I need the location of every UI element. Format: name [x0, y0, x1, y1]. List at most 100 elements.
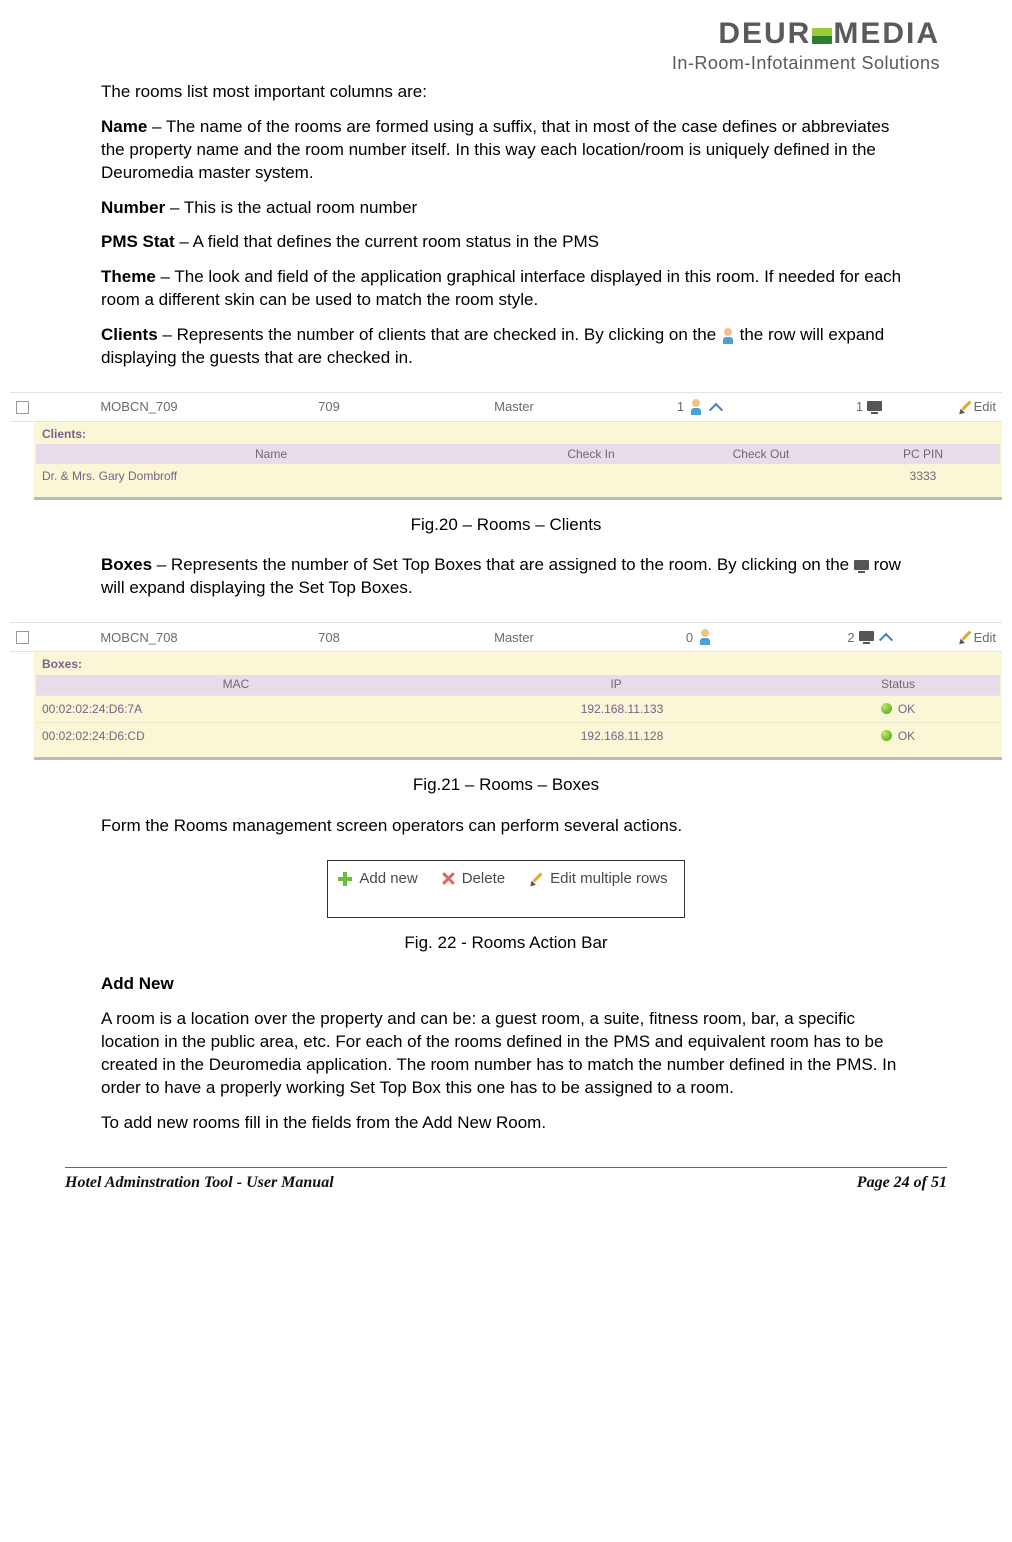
def-clients-label: Clients [101, 325, 158, 344]
collapse-arrow-icon [709, 403, 723, 417]
fig20-room-row[interactable]: MOBCN_709 709 Master 1 1 Edit [10, 392, 1002, 422]
clients-count: 1 [677, 398, 684, 416]
room-clients-cell[interactable]: 1 [614, 398, 784, 416]
clients-panel-label: Clients: [36, 424, 1000, 444]
box-ip: 192.168.11.128 [442, 728, 802, 744]
page-content: The rooms list most important columns ar… [0, 75, 1012, 386]
room-name-cell: MOBCN_708 [34, 629, 244, 647]
row-checkbox[interactable] [16, 401, 29, 414]
room-name-cell: MOBCN_709 [34, 398, 244, 416]
col-ip: IP [436, 676, 796, 692]
person-icon [721, 328, 735, 344]
def-number-text: – This is the actual room number [165, 198, 417, 217]
def-clients: Clients – Represents the number of clien… [101, 324, 911, 370]
footer-right: Page 24 of 51 [857, 1172, 947, 1194]
boxes-panel-label: Boxes: [36, 654, 1000, 674]
edit-multiple-button[interactable]: Edit multiple rows [550, 869, 668, 889]
room-boxes-cell[interactable]: 2 [784, 629, 954, 647]
brand-subtitle: In-Room-Infotainment Solutions [0, 51, 940, 75]
room-number-cell: 708 [244, 629, 414, 647]
fig21-screenshot: MOBCN_708 708 Master 0 2 Edit Boxes: MAC… [0, 622, 1012, 760]
fig22-wrapper: Add new Delete Edit multiple rows [0, 860, 1012, 918]
def-theme-label: Theme [101, 267, 156, 286]
def-theme-text: – The look and field of the application … [101, 267, 901, 309]
client-data-row: Dr. & Mrs. Gary Dombroff 3333 [36, 464, 1000, 488]
col-checkin: Check In [506, 446, 676, 462]
room-boxes-cell[interactable]: 1 [784, 398, 954, 416]
status-dot-icon [881, 703, 892, 714]
fig22-caption: Fig. 22 - Rooms Action Bar [0, 932, 1012, 955]
def-pms: PMS Stat – A field that defines the curr… [101, 231, 911, 254]
box-data-row: 00:02:02:24:D6:CD 192.168.11.128 OK [36, 722, 1000, 749]
delete-button[interactable]: Delete [462, 869, 505, 889]
brand-logo-icon [812, 28, 832, 44]
person-icon [698, 629, 712, 645]
fig20-screenshot: MOBCN_709 709 Master 1 1 Edit Clients: N… [0, 392, 1012, 499]
def-pms-text: – A field that defines the current room … [175, 232, 599, 251]
box-status: OK [898, 728, 915, 744]
box-mac: 00:02:02:24:D6:7A [42, 701, 442, 717]
fig21-boxes-panel: Boxes: MAC IP Status 00:02:02:24:D6:7A 1… [34, 652, 1002, 760]
add-new-button[interactable]: Add new [359, 869, 417, 889]
add-new-p2: To add new rooms fill in the fields from… [101, 1112, 911, 1135]
col-name: Name [36, 446, 506, 462]
def-number-label: Number [101, 198, 165, 217]
def-boxes-label: Boxes [101, 555, 152, 574]
col-status: Status [796, 676, 1000, 692]
pencil-icon [529, 872, 543, 886]
status-dot-icon [881, 730, 892, 741]
box-data-row: 00:02:02:24:D6:7A 192.168.11.133 OK [36, 695, 1000, 722]
page-footer: Hotel Adminstration Tool - User Manual P… [65, 1167, 947, 1200]
boxes-count: 1 [856, 398, 863, 416]
monitor-icon [859, 631, 874, 644]
rooms-action-bar: Add new Delete Edit multiple rows [327, 860, 684, 918]
row-checkbox[interactable] [16, 631, 29, 644]
monitor-icon [854, 560, 869, 573]
def-theme: Theme – The look and field of the applic… [101, 266, 911, 312]
intro-text: The rooms list most important columns ar… [101, 81, 911, 104]
edit-label: Edit [974, 629, 996, 647]
def-pms-label: PMS Stat [101, 232, 175, 251]
delete-icon [442, 872, 455, 885]
client-pcpin: 3333 [852, 468, 994, 484]
person-icon [689, 399, 703, 415]
add-new-heading-text: Add New [101, 974, 174, 993]
col-mac: MAC [36, 676, 436, 692]
room-number-cell: 709 [244, 398, 414, 416]
fig20-clients-panel: Clients: Name Check In Check Out PC PIN … [34, 422, 1002, 499]
brand-name-right: MEDIA [833, 14, 940, 55]
fig20-caption: Fig.20 – Rooms – Clients [0, 514, 1012, 537]
def-boxes-text-a: – Represents the number of Set Top Boxes… [152, 555, 854, 574]
room-clients-cell[interactable]: 0 [614, 629, 784, 647]
room-theme-cell: Master [414, 398, 614, 416]
add-new-p1: A room is a location over the property a… [101, 1008, 911, 1100]
actions-intro: Form the Rooms management screen operato… [101, 815, 911, 838]
client-checkout [682, 468, 852, 484]
add-new-heading: Add New [101, 973, 911, 996]
def-name: Name – The name of the rooms are formed … [101, 116, 911, 185]
clients-header-row: Name Check In Check Out PC PIN [36, 444, 1000, 464]
pencil-icon [958, 400, 972, 414]
boxes-header-row: MAC IP Status [36, 675, 1000, 695]
def-name-text: – The name of the rooms are formed using… [101, 117, 889, 182]
box-mac: 00:02:02:24:D6:CD [42, 728, 442, 744]
box-status: OK [898, 701, 915, 717]
pencil-icon [958, 630, 972, 644]
col-pcpin: PC PIN [846, 446, 1000, 462]
client-name: Dr. & Mrs. Gary Dombroff [42, 468, 512, 484]
edit-link[interactable]: Edit [954, 629, 1002, 647]
plus-icon [338, 872, 352, 886]
edit-link[interactable]: Edit [954, 398, 1002, 416]
monitor-icon [867, 401, 882, 414]
brand-name-left: DEUR [718, 14, 811, 55]
fig21-room-row[interactable]: MOBCN_708 708 Master 0 2 Edit [10, 622, 1002, 652]
boxes-count: 2 [847, 629, 854, 647]
clients-count: 0 [686, 629, 693, 647]
def-clients-text-a: – Represents the number of clients that … [158, 325, 721, 344]
document-header: DEUR MEDIA In-Room-Infotainment Solution… [0, 10, 1012, 75]
box-ip: 192.168.11.133 [442, 701, 802, 717]
client-checkin [512, 468, 682, 484]
def-name-label: Name [101, 117, 147, 136]
def-boxes: Boxes – Represents the number of Set Top… [101, 554, 911, 600]
col-checkout: Check Out [676, 446, 846, 462]
